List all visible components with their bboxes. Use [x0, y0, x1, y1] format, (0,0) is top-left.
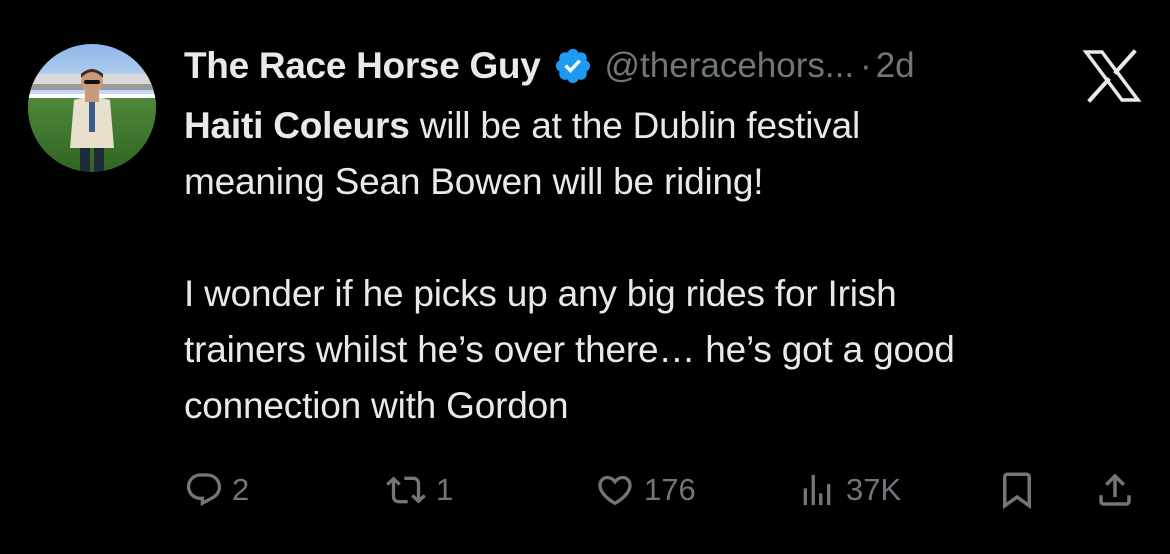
- share-button[interactable]: [1094, 462, 1136, 518]
- views-button[interactable]: 37K: [796, 462, 901, 518]
- retweet-icon: [384, 470, 428, 510]
- like-count: 176: [644, 472, 696, 507]
- share-icon: [1094, 469, 1136, 511]
- like-button[interactable]: 176: [594, 462, 696, 518]
- author-display-name[interactable]: The Race Horse Guy: [184, 45, 541, 87]
- views-count: 37K: [846, 472, 902, 507]
- tweet-line-5: connection with Gordon: [184, 385, 569, 426]
- tweet-header: The Race Horse Guy @theracehors... · 2d: [184, 40, 915, 92]
- separator-dot: ·: [860, 46, 872, 85]
- x-logo-icon: [1082, 48, 1142, 104]
- tweet-text: Haiti Coleurs will be at the Dublin fest…: [184, 98, 1144, 434]
- reply-count: 2: [232, 472, 250, 507]
- author-handle[interactable]: @theracehors...: [605, 46, 855, 86]
- reply-button[interactable]: 2: [184, 462, 249, 518]
- views-icon: [796, 470, 838, 510]
- avatar-photo: [28, 44, 156, 172]
- timestamp[interactable]: 2d: [876, 46, 915, 86]
- action-bar: 2 1 176 37K: [184, 462, 1144, 518]
- tweet-line-2: meaning Sean Bowen will be riding!: [184, 161, 764, 202]
- horse-name: Haiti Coleurs: [184, 105, 410, 146]
- tweet-line-4: trainers whilst he’s over there… he’s go…: [184, 329, 955, 370]
- tweet-line-1: Haiti Coleurs will be at the Dublin fest…: [184, 98, 1144, 154]
- heart-icon: [594, 470, 636, 510]
- retweet-count: 1: [436, 472, 454, 507]
- tweet-line-3: I wonder if he picks up any big rides fo…: [184, 273, 897, 314]
- avatar[interactable]: [28, 44, 156, 172]
- bookmark-button[interactable]: [996, 462, 1038, 518]
- verified-badge-icon[interactable]: [553, 46, 593, 86]
- line-1-rest: will be at the Dublin festival: [409, 105, 860, 146]
- reply-icon: [184, 470, 224, 510]
- retweet-button[interactable]: 1: [384, 462, 453, 518]
- bookmark-icon: [996, 469, 1038, 511]
